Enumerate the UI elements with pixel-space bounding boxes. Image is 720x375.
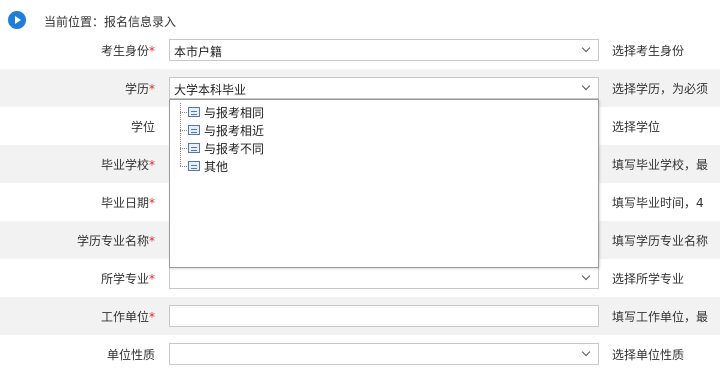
item-icon xyxy=(188,107,200,117)
option-tree: 与报考相同 与报考相近 与报考不同 其他 xyxy=(180,103,264,175)
field-hint: 填写学历专业名称 xyxy=(612,234,709,248)
degree-dropdown-list[interactable]: 与报考相同 与报考相近 与报考不同 其他 xyxy=(169,99,599,268)
form-row-identity: 考生身份* 本市户籍 选择考生身份 xyxy=(0,31,720,69)
field-label: 学位 xyxy=(130,120,155,134)
form-row-employer-type: 单位性质 选择单位性质 xyxy=(0,335,720,373)
chevron-down-icon xyxy=(582,44,592,54)
field-hint: 填写毕业时间，4 xyxy=(612,196,704,210)
play-circle-icon xyxy=(8,11,26,29)
field-hint: 填写工作单位，最 xyxy=(612,310,709,324)
chevron-down-icon xyxy=(582,348,592,358)
dropdown-option[interactable]: 与报考相近 xyxy=(180,121,264,139)
employer-input[interactable] xyxy=(169,305,599,327)
chevron-down-icon xyxy=(582,272,592,282)
field-hint: 选择考生身份 xyxy=(612,44,685,58)
education-select[interactable]: 大学本科毕业 xyxy=(169,77,599,99)
field-label: 考生身份* xyxy=(100,44,155,58)
chevron-down-icon xyxy=(582,82,592,92)
employer-type-select[interactable] xyxy=(169,343,599,365)
item-icon xyxy=(188,125,200,135)
major-select[interactable] xyxy=(169,267,599,289)
field-label: 毕业学校* xyxy=(100,158,155,172)
identity-select[interactable]: 本市户籍 xyxy=(169,39,599,61)
item-icon xyxy=(188,143,200,153)
item-icon xyxy=(188,161,200,171)
form-row-employer: 工作单位* 填写工作单位，最 xyxy=(0,297,720,335)
field-label: 工作单位* xyxy=(100,310,155,324)
field-label: 单位性质 xyxy=(106,348,155,362)
field-label: 学历专业名称* xyxy=(76,234,155,248)
dropdown-option[interactable]: 其他 xyxy=(180,157,264,175)
dropdown-option[interactable]: 与报考不同 xyxy=(180,139,264,157)
field-label: 所学专业* xyxy=(100,272,155,286)
field-label: 学历* xyxy=(124,82,155,96)
dropdown-option[interactable]: 与报考相同 xyxy=(180,103,264,121)
field-label: 毕业日期* xyxy=(100,196,155,210)
breadcrumb: 当前位置：报名信息录入 xyxy=(44,15,177,29)
field-hint: 选择学历，为必须 xyxy=(612,82,709,96)
field-hint: 选择所学专业 xyxy=(612,272,685,286)
field-hint: 填写毕业学校，最 xyxy=(612,158,709,172)
field-hint: 选择单位性质 xyxy=(612,348,685,362)
field-hint: 选择学位 xyxy=(612,120,661,134)
